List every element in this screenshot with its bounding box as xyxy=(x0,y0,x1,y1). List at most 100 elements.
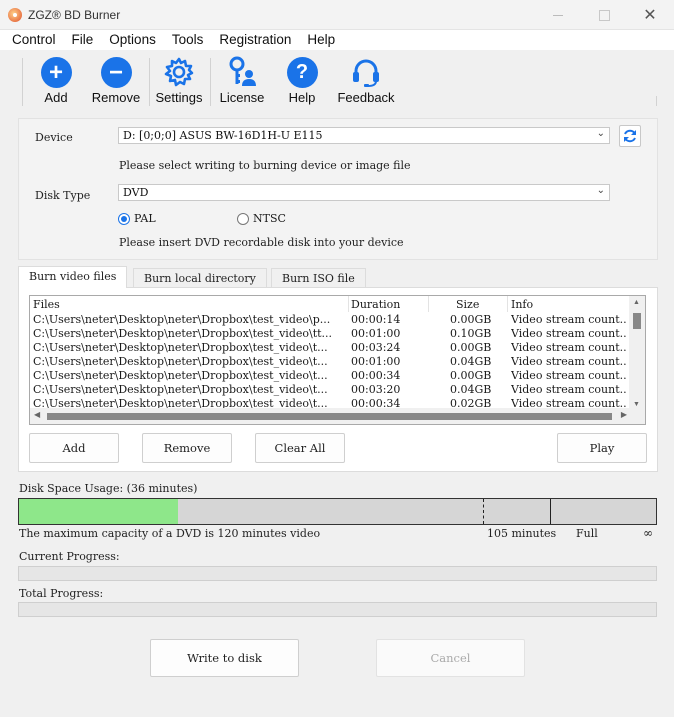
cell-info: Video stream count.. xyxy=(511,341,627,354)
refresh-button[interactable] xyxy=(619,125,641,147)
ntsc-radio[interactable]: NTSC xyxy=(237,212,286,225)
minimize-button[interactable] xyxy=(535,0,581,30)
menu-file[interactable]: File xyxy=(64,30,102,50)
menu-help[interactable]: Help xyxy=(299,30,343,50)
table-row[interactable]: C:\Users\neter\Desktop\neter\Dropbox\tes… xyxy=(30,341,630,355)
menu-control[interactable]: Control xyxy=(4,30,64,50)
disk-hint: Please insert DVD recordable disk into y… xyxy=(119,236,404,249)
cell-size: 0.04GB xyxy=(450,383,492,396)
disk-type-select[interactable]: DVD ⌄ xyxy=(118,184,610,201)
close-button[interactable]: ✕ xyxy=(627,0,673,30)
toolbar-license-button[interactable]: License xyxy=(220,56,264,105)
app-logo-icon xyxy=(8,8,22,22)
column-header-duration[interactable]: Duration xyxy=(351,298,400,311)
disk-usage-bar xyxy=(18,498,657,525)
menu-registration[interactable]: Registration xyxy=(211,30,299,50)
maximize-button[interactable] xyxy=(581,0,627,30)
device-select[interactable]: D: [0;0;0] ASUS BW-16D1H-U E115 ⌄ xyxy=(118,127,610,144)
toolbar-license-label: License xyxy=(219,90,265,105)
table-row[interactable]: C:\Users\neter\Desktop\neter\Dropbox\tes… xyxy=(30,327,630,341)
cell-info: Video stream count.. xyxy=(511,313,627,326)
title-bar: ZGZ® BD Burner ✕ xyxy=(0,0,674,30)
horizontal-scrollbar[interactable]: ◀ ▶ xyxy=(30,408,645,424)
column-divider[interactable] xyxy=(507,296,508,312)
headset-icon xyxy=(350,56,382,88)
remove-file-button[interactable]: Remove xyxy=(142,433,232,463)
mark-105-minutes xyxy=(483,499,484,524)
scroll-right-icon[interactable]: ▶ xyxy=(621,410,627,419)
window-title: ZGZ® BD Burner xyxy=(28,8,121,22)
column-header-files[interactable]: Files xyxy=(33,298,60,311)
refresh-icon xyxy=(624,129,636,143)
toolbar-feedback-button[interactable]: Feedback xyxy=(337,56,395,105)
toolbar: + Add − Remove Settings License ? Help F… xyxy=(0,50,674,112)
table-row[interactable]: C:\Users\neter\Desktop\neter\Dropbox\tes… xyxy=(30,355,630,369)
vertical-scroll-thumb[interactable] xyxy=(633,313,641,329)
license-icon xyxy=(226,56,258,88)
toolbar-separator xyxy=(149,58,150,106)
menu-bar: Control File Options Tools Registration … xyxy=(0,30,674,50)
file-list[interactable]: Files Duration Size Info C:\Users\neter\… xyxy=(29,295,646,425)
toolbar-add-button[interactable]: + Add xyxy=(39,56,73,105)
toolbar-remove-label: Remove xyxy=(91,90,141,105)
tab-burn-local-directory[interactable]: Burn local directory xyxy=(133,268,267,288)
chevron-down-icon: ⌄ xyxy=(596,185,605,196)
current-progress-bar xyxy=(18,566,657,581)
file-list-header: Files Duration Size Info xyxy=(30,296,630,312)
table-row[interactable]: C:\Users\neter\Desktop\neter\Dropbox\tes… xyxy=(30,313,630,327)
menu-tools[interactable]: Tools xyxy=(164,30,212,50)
table-row[interactable]: C:\Users\neter\Desktop\neter\Dropbox\tes… xyxy=(30,369,630,383)
play-button[interactable]: Play xyxy=(557,433,647,463)
cell-info: Video stream count.. xyxy=(511,383,627,396)
table-row[interactable]: C:\Users\neter\Desktop\neter\Dropbox\tes… xyxy=(30,383,630,397)
scroll-left-icon[interactable]: ◀ xyxy=(34,410,40,419)
remove-icon: − xyxy=(100,56,132,88)
full-label: Full xyxy=(576,527,598,540)
cell-info: Video stream count.. xyxy=(511,369,627,382)
column-divider[interactable] xyxy=(428,296,429,312)
cell-file: C:\Users\neter\Desktop\neter\Dropbox\tes… xyxy=(33,341,328,354)
cell-duration: 00:00:14 xyxy=(351,313,401,326)
vertical-scrollbar[interactable]: ▲ ▼ xyxy=(629,296,645,410)
cell-info: Video stream count.. xyxy=(511,355,627,368)
disk-usage-label: Disk Space Usage: (36 minutes) xyxy=(19,482,198,495)
toolbar-help-button[interactable]: ? Help xyxy=(286,56,318,105)
column-divider[interactable] xyxy=(348,296,349,312)
ntsc-radio-dot[interactable] xyxy=(237,212,249,225)
scroll-up-icon[interactable]: ▲ xyxy=(633,299,640,306)
cell-size: 0.00GB xyxy=(450,341,492,354)
cell-size: 0.10GB xyxy=(450,327,492,340)
toolbar-remove-button[interactable]: − Remove xyxy=(90,56,142,105)
ntsc-radio-label: NTSC xyxy=(253,212,286,225)
cell-duration: 00:01:00 xyxy=(351,355,401,368)
write-to-disk-button[interactable]: Write to disk xyxy=(150,639,299,677)
disk-type-select-value: DVD xyxy=(123,186,149,199)
column-header-info[interactable]: Info xyxy=(511,298,533,311)
toolbar-separator xyxy=(210,58,211,106)
horizontal-scroll-thumb[interactable] xyxy=(47,413,612,420)
add-file-button[interactable]: Add xyxy=(29,433,119,463)
device-hint: Please select writing to burning device … xyxy=(119,159,411,172)
cell-file: C:\Users\neter\Desktop\neter\Dropbox\tes… xyxy=(33,313,331,326)
menu-options[interactable]: Options xyxy=(101,30,164,50)
tab-burn-video-files[interactable]: Burn video files xyxy=(18,266,128,288)
cell-file: C:\Users\neter\Desktop\neter\Dropbox\tes… xyxy=(33,383,328,396)
scroll-down-icon[interactable]: ▼ xyxy=(633,401,640,408)
pal-radio-dot[interactable] xyxy=(118,212,130,225)
toolbar-separator xyxy=(656,96,657,106)
pal-radio[interactable]: PAL xyxy=(118,212,156,225)
total-progress-label: Total Progress: xyxy=(19,587,104,600)
column-header-size[interactable]: Size xyxy=(456,298,479,311)
mark-full xyxy=(550,499,551,524)
toolbar-settings-button[interactable]: Settings xyxy=(154,56,204,105)
current-progress-label: Current Progress: xyxy=(19,550,120,563)
tab-burn-iso-file[interactable]: Burn ISO file xyxy=(271,268,366,288)
cancel-button[interactable]: Cancel xyxy=(376,639,525,677)
cell-duration: 00:00:34 xyxy=(351,369,401,382)
clear-all-button[interactable]: Clear All xyxy=(255,433,345,463)
cell-size: 0.00GB xyxy=(450,369,492,382)
cell-duration: 00:03:20 xyxy=(351,383,401,396)
add-icon: + xyxy=(40,56,72,88)
toolbar-feedback-label: Feedback xyxy=(337,90,395,105)
mark-105-label: 105 minutes xyxy=(487,527,557,540)
